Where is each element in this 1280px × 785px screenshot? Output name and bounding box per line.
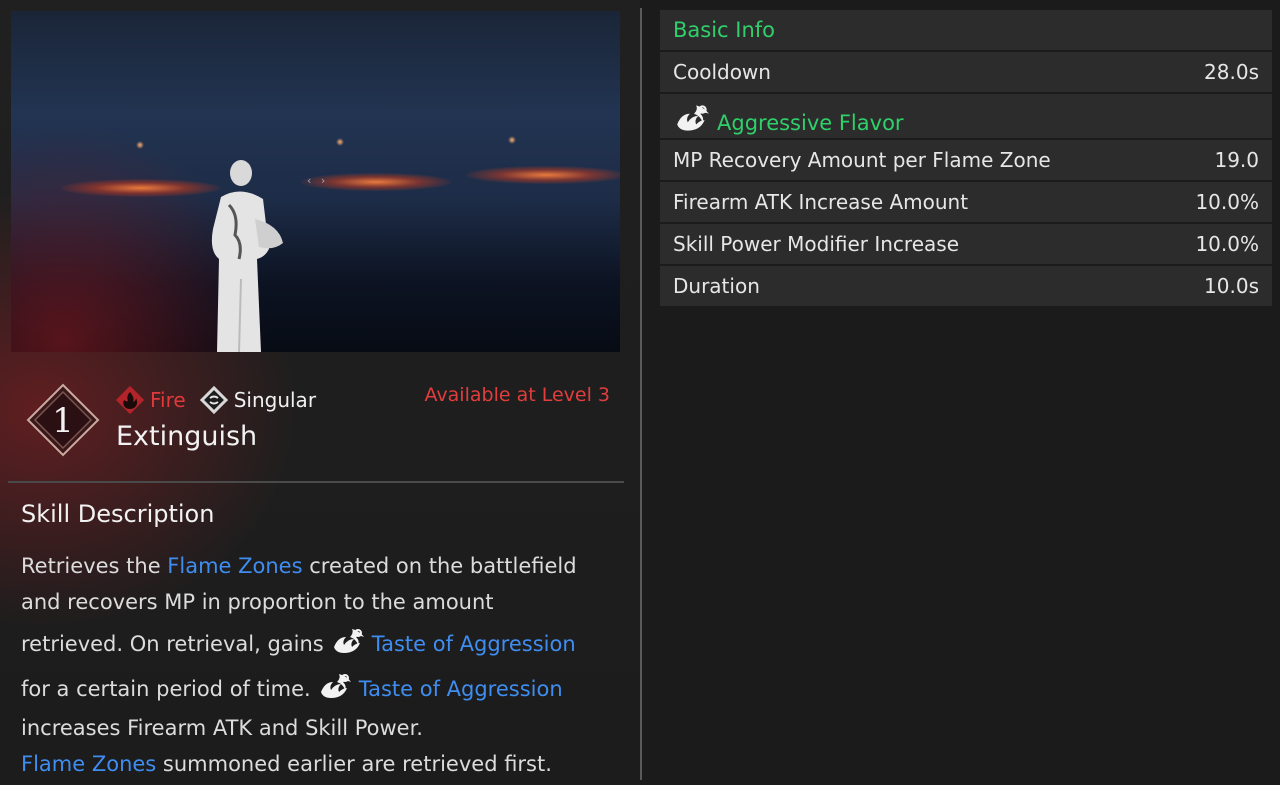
singular-type-icon xyxy=(199,386,228,414)
description-line: Retrieves the Flame Zones created on the… xyxy=(21,548,621,584)
panel-divider xyxy=(640,8,642,780)
stat-row: Duration 10.0s xyxy=(660,266,1272,306)
skill-preview-image: ‹ › xyxy=(11,11,620,352)
basic-info-header: Basic Info xyxy=(660,10,1272,50)
availability-label: Available at Level 3 xyxy=(424,384,610,406)
basic-info-title: Basic Info xyxy=(673,18,776,42)
stat-label: Cooldown xyxy=(673,60,771,84)
skill-slot-emblem: 1 xyxy=(26,383,100,457)
spark xyxy=(336,138,344,146)
description-text: for a certain period of time. xyxy=(21,677,311,701)
stat-label: Skill Power Modifier Increase xyxy=(673,232,959,256)
flame-zones-link[interactable]: Flame Zones xyxy=(21,752,156,776)
description-line: Flame Zones summoned earlier are retriev… xyxy=(21,746,621,782)
section-divider xyxy=(8,481,624,483)
skill-name: Extinguish xyxy=(116,421,258,452)
element-tag: Fire xyxy=(116,386,186,414)
taste-of-aggression-icon xyxy=(333,629,364,653)
element-tag-label: Fire xyxy=(150,388,186,412)
stat-row: Skill Power Modifier Increase 10.0% xyxy=(660,224,1272,264)
stat-label: Firearm ATK Increase Amount xyxy=(673,190,969,214)
aggressive-flavor-icon xyxy=(677,105,709,131)
stat-value: 19.0 xyxy=(1214,148,1259,172)
stats-panel: Basic Info Cooldown 28.0s Aggressive Fla… xyxy=(660,10,1272,308)
modifier-title-label: Aggressive Flavor xyxy=(717,111,904,135)
skill-tags: Fire Singular xyxy=(116,386,316,414)
stat-row: MP Recovery Amount per Flame Zone 19.0 xyxy=(660,140,1272,180)
stat-value: 10.0s xyxy=(1204,274,1259,298)
fire-element-icon xyxy=(116,386,144,414)
flame-zone-3 xyxy=(466,166,620,184)
skill-slot-number: 1 xyxy=(52,401,74,441)
description-text: retrieved. On retrieval, gains xyxy=(21,632,324,656)
taste-of-aggression-link[interactable]: Taste of Aggression xyxy=(359,677,563,701)
spark xyxy=(508,136,516,144)
modifier-header: Aggressive Flavor xyxy=(660,94,1272,138)
stat-value: 10.0% xyxy=(1195,190,1259,214)
taste-of-aggression-icon xyxy=(320,674,351,698)
description-text: and recovers MP in proportion to the amo… xyxy=(21,590,494,614)
description-text: Retrieves the xyxy=(21,554,168,578)
taste-of-aggression-link[interactable]: Taste of Aggression xyxy=(372,632,576,656)
stat-label: Duration xyxy=(673,274,760,298)
stat-value: 10.0% xyxy=(1195,232,1259,256)
description-line: and recovers MP in proportion to the amo… xyxy=(21,584,621,620)
type-tag-label: Singular xyxy=(233,388,317,412)
description-text: created on the battlefield xyxy=(302,554,577,578)
modifier-title: Aggressive Flavor xyxy=(673,101,904,135)
description-text: increases Firearm ATK and Skill Power. xyxy=(21,716,423,740)
spark xyxy=(136,141,144,149)
flame-zones-link[interactable]: Flame Zones xyxy=(167,554,302,578)
description-line: for a certain period of time. Taste of A… xyxy=(21,665,621,710)
flame-zone-1 xyxy=(61,179,221,197)
type-tag: Singular xyxy=(199,386,317,414)
description-line: increases Firearm ATK and Skill Power. xyxy=(21,710,621,746)
stat-value: 28.0s xyxy=(1204,60,1259,84)
character-figure xyxy=(211,160,283,352)
skill-description-title: Skill Description xyxy=(21,500,215,528)
stat-row: Firearm ATK Increase Amount 10.0% xyxy=(660,182,1272,222)
description-line: retrieved. On retrieval, gains Taste of … xyxy=(21,620,621,665)
description-text: summoned earlier are retrieved first. xyxy=(156,752,552,776)
crosshair-icon: ‹ › xyxy=(307,174,329,187)
skill-description: Retrieves the Flame Zones created on the… xyxy=(21,548,621,782)
stat-row-cooldown: Cooldown 28.0s xyxy=(660,52,1272,92)
stat-label: MP Recovery Amount per Flame Zone xyxy=(673,148,1051,172)
